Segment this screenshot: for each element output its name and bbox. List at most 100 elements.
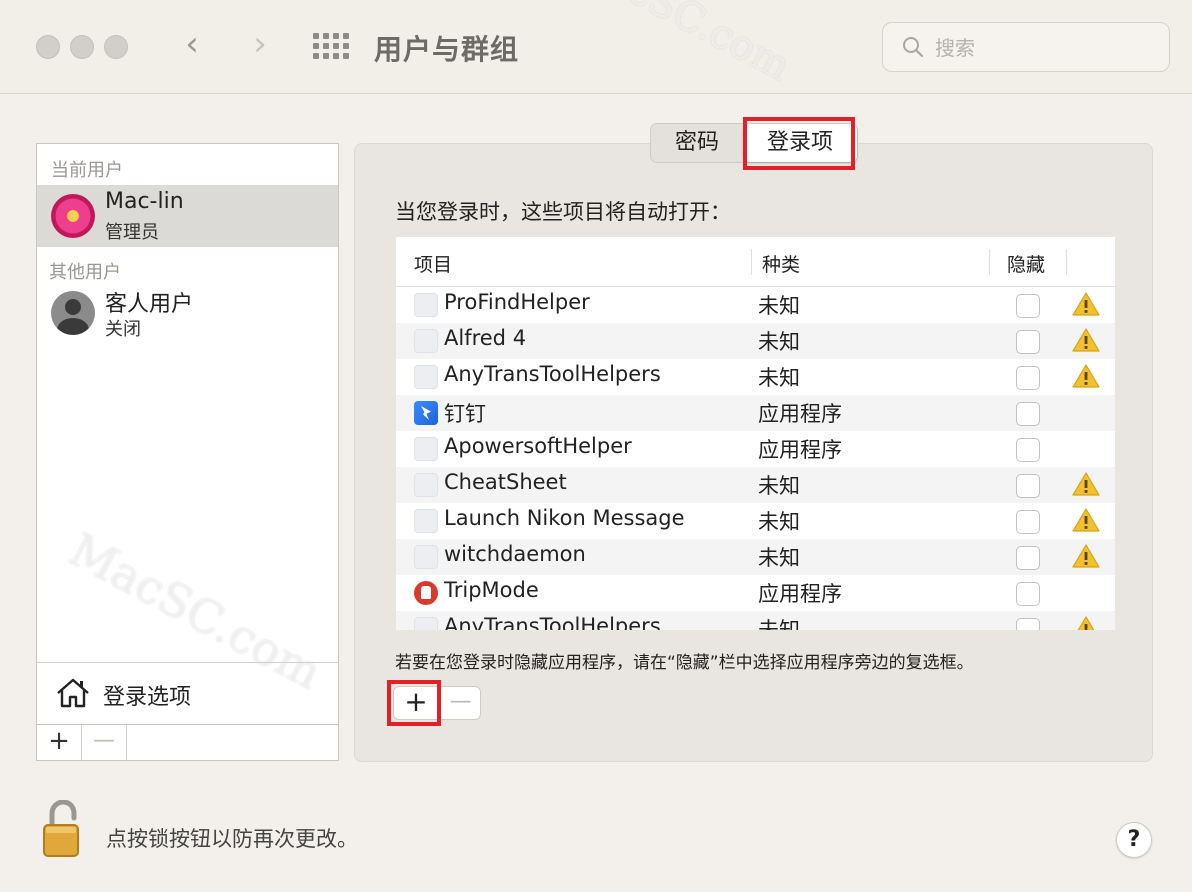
login-options-item[interactable]: 登录选项	[37, 662, 338, 724]
item-name: Launch Nikon Message	[444, 506, 685, 530]
search-field[interactable]	[882, 22, 1170, 72]
generic-app-icon	[414, 365, 438, 389]
table-row[interactable]: CheatSheet 未知	[396, 467, 1115, 503]
search-input[interactable]	[935, 33, 1155, 63]
table-row[interactable]: TripMode 应用程序	[396, 575, 1115, 611]
unlocked-padlock-icon[interactable]	[42, 800, 82, 858]
hide-checkbox[interactable]	[1016, 294, 1040, 318]
tab-login-items[interactable]: 登录项	[743, 124, 858, 162]
table-row[interactable]: Launch Nikon Message 未知	[396, 503, 1115, 539]
item-kind: 未知	[758, 618, 800, 630]
table-row[interactable]: witchdaemon 未知	[396, 539, 1115, 575]
hide-checkbox[interactable]	[1016, 618, 1040, 630]
add-login-item-button[interactable]: +	[394, 687, 438, 719]
column-divider	[751, 249, 752, 275]
hide-checkbox[interactable]	[1016, 474, 1040, 498]
user-row-guest[interactable]: 客人用户 关闭	[37, 282, 338, 344]
generic-app-icon	[414, 545, 438, 569]
forward-button[interactable]: ›	[240, 24, 280, 68]
back-button[interactable]: ‹	[172, 24, 212, 68]
user-name: Mac-lin	[105, 189, 184, 214]
guest-avatar	[51, 291, 95, 335]
add-user-button[interactable]: +	[37, 725, 82, 760]
table-row[interactable]: 钉钉 应用程序	[396, 395, 1115, 431]
hide-checkbox[interactable]	[1016, 438, 1040, 462]
remove-user-button[interactable]: —	[82, 725, 127, 760]
other-users-section-label: 其他用户	[49, 262, 121, 283]
hide-checkbox[interactable]	[1016, 402, 1040, 426]
user-row-current[interactable]: Mac-lin 管理员	[37, 185, 338, 247]
item-kind: 应用程序	[758, 438, 842, 462]
generic-app-icon	[414, 509, 438, 533]
generic-app-icon	[414, 293, 438, 317]
hide-checkbox[interactable]	[1016, 510, 1040, 534]
item-name: AnyTransToolHelpers	[444, 362, 661, 386]
house-icon	[57, 678, 89, 708]
item-name: AnyTransToolHelpers	[444, 614, 661, 630]
login-items-intro: 当您登录时，这些项目将自动打开：	[395, 200, 731, 224]
item-kind: 未知	[758, 330, 800, 354]
warning-icon	[1072, 364, 1100, 388]
users-list-panel: 当前用户 Mac-lin 管理员 其他用户 客人用户 关闭 MacSC.com …	[36, 143, 339, 761]
lock-hint-text: 点按锁按钮以防再次更改。	[106, 827, 358, 851]
item-kind: 未知	[758, 510, 800, 534]
warning-icon	[1072, 472, 1100, 496]
item-name: TripMode	[444, 578, 539, 602]
item-name: CheatSheet	[444, 470, 567, 494]
warning-icon	[1077, 616, 1095, 630]
tab-bar: 密码 登录项	[650, 123, 859, 163]
current-users-section-label: 当前用户	[51, 160, 123, 181]
item-name: Alfred 4	[444, 326, 527, 350]
item-kind: 未知	[758, 294, 800, 318]
login-options-label: 登录选项	[103, 685, 192, 710]
hide-checkbox[interactable]	[1016, 546, 1040, 570]
item-kind: 未知	[758, 546, 800, 570]
table-row[interactable]: ProFindHelper 未知	[396, 287, 1115, 323]
zoom-window-button[interactable]	[104, 35, 128, 59]
generic-app-icon	[414, 329, 438, 353]
dingtalk-icon	[414, 401, 438, 425]
generic-app-icon	[414, 437, 438, 461]
item-kind: 应用程序	[758, 582, 842, 606]
login-items-table: 项目 种类 隐藏 ProFindHelper 未知 Alfred 4 未知 AnyTra…	[396, 237, 1115, 630]
table-row[interactable]: ApowersoftHelper 应用程序	[396, 431, 1115, 467]
warning-icon	[1072, 292, 1100, 316]
item-kind: 未知	[758, 366, 800, 390]
close-window-button[interactable]	[36, 35, 60, 59]
column-divider	[989, 249, 990, 275]
minimize-window-button[interactable]	[70, 35, 94, 59]
window-title: 用户与群组	[374, 33, 520, 66]
table-row[interactable]: Alfred 4 未知	[396, 323, 1115, 359]
flower-avatar	[51, 194, 95, 238]
item-name: 钉钉	[444, 402, 486, 426]
search-icon	[903, 37, 924, 58]
item-kind: 应用程序	[758, 402, 842, 426]
item-name: witchdaemon	[444, 542, 586, 566]
hide-checkbox[interactable]	[1016, 582, 1040, 606]
warning-icon	[1072, 544, 1100, 568]
hide-hint-text: 若要在您登录时隐藏应用程序，请在“隐藏”栏中选择应用程序旁边的复选框。	[395, 653, 974, 673]
item-name: ApowersoftHelper	[444, 434, 632, 458]
generic-app-icon	[414, 617, 438, 630]
generic-app-icon	[414, 473, 438, 497]
column-divider	[1066, 249, 1067, 275]
hide-checkbox[interactable]	[1016, 330, 1040, 354]
warning-icon	[1072, 508, 1100, 532]
show-all-grid-icon[interactable]	[313, 33, 349, 61]
table-row[interactable]: AnyTransToolHelpers 未知	[396, 611, 1115, 630]
item-kind: 未知	[758, 474, 800, 498]
remove-login-item-button[interactable]: —	[438, 687, 482, 719]
user-role: 关闭	[105, 319, 141, 340]
tab-password[interactable]: 密码	[651, 124, 743, 162]
title-bar: ‹ › 用户与群组	[0, 0, 1192, 94]
tripmode-icon	[414, 581, 438, 605]
hide-checkbox[interactable]	[1016, 366, 1040, 390]
warning-icon	[1072, 328, 1100, 352]
table-header: 项目 种类 隐藏	[396, 237, 1115, 287]
column-header-kind[interactable]: 种类	[762, 250, 800, 277]
item-name: ProFindHelper	[444, 290, 590, 314]
table-row[interactable]: AnyTransToolHelpers 未知	[396, 359, 1115, 395]
help-button[interactable]: ?	[1116, 822, 1152, 858]
column-header-item[interactable]: 项目	[414, 250, 452, 277]
column-header-hide[interactable]: 隐藏	[1007, 250, 1045, 277]
